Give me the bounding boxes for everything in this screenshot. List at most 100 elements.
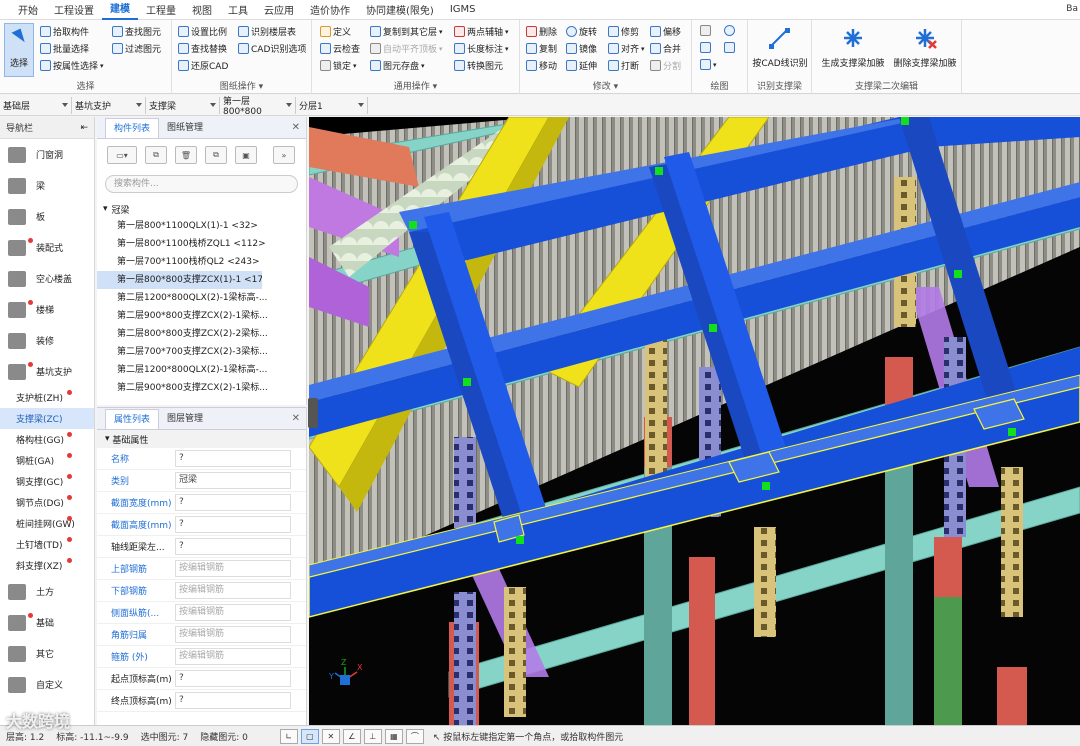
split-button[interactable]: 分割 <box>650 59 681 72</box>
lock-button[interactable]: 锁定 ▾ <box>320 59 357 72</box>
menu-item-1[interactable]: 工程设置 <box>46 2 102 17</box>
tree-row[interactable]: 第一层700*1100栈桥QL2 <243> <box>97 253 306 271</box>
property-group-header[interactable]: ▾ 基础属性 <box>97 430 306 448</box>
mirror-button[interactable]: 镜像 <box>566 42 597 55</box>
panel-collapse-handle[interactable] <box>308 398 318 428</box>
menu-item-5[interactable]: 工具 <box>220 2 256 17</box>
ortho-toggle[interactable]: ∟ <box>279 728 298 744</box>
nav-item-items-5[interactable]: 楼梯 <box>0 294 94 325</box>
menu-item-8[interactable]: 协同建模(限免) <box>358 2 442 17</box>
component-search-input[interactable]: 搜索构件... <box>105 175 298 193</box>
floor-selector[interactable]: 基础层 <box>0 96 72 114</box>
nav-item-items-7[interactable]: 基坑支护 <box>0 356 94 387</box>
property-value-field[interactable]: 按编辑钢筋 <box>175 560 291 577</box>
circle-draw-button[interactable] <box>724 25 735 36</box>
tab-layer-management[interactable]: 图层管理 <box>159 409 211 429</box>
trim-button[interactable]: 修剪 <box>608 25 639 38</box>
layer-selector[interactable]: 分层1 <box>296 96 368 114</box>
batch-select-button[interactable]: 批量选择 <box>40 42 89 55</box>
dimension-toggle[interactable]: ⊥ <box>363 728 382 744</box>
select-button[interactable]: 选择 <box>4 23 34 77</box>
tab-drawing-management[interactable]: 图纸管理 <box>159 118 211 138</box>
align-button[interactable]: 对齐 ▾ <box>608 42 645 55</box>
save-element-button[interactable]: 图元存盘 ▾ <box>370 59 425 72</box>
rotate-button[interactable]: 旋转 <box>566 25 597 38</box>
tab-component-list[interactable]: 构件列表 <box>105 118 160 138</box>
nav-subitem-7[interactable]: 土钉墙(TD) <box>0 534 94 555</box>
arc-draw-button[interactable]: ▾ <box>700 59 717 70</box>
identify-floor-table-button[interactable]: 识别楼层表 <box>238 25 296 38</box>
nav-item-bottom-0[interactable]: 土方 <box>0 576 94 607</box>
property-value-field[interactable]: ? <box>175 516 291 533</box>
nav-item-items-3[interactable]: 装配式 <box>0 232 94 263</box>
new-component-button[interactable]: ▭▾ <box>107 146 137 164</box>
set-scale-button[interactable]: 设置比例 <box>178 25 227 38</box>
tab-property-list[interactable]: 属性列表 <box>105 409 160 429</box>
nav-subitem-8[interactable]: 斜支撑(XZ) <box>0 555 94 576</box>
nav-item-items-1[interactable]: 梁 <box>0 170 94 201</box>
delete-component-button[interactable]: 🗑 <box>175 146 197 164</box>
break-button[interactable]: 打断 <box>608 59 639 72</box>
length-mark-button[interactable]: 长度标注 ▾ <box>454 42 509 55</box>
line-draw-button[interactable] <box>700 42 711 53</box>
property-value-field[interactable]: 按编辑钢筋 <box>175 604 291 621</box>
menu-item-7[interactable]: 造价协作 <box>302 2 358 17</box>
rect-draw-button[interactable] <box>724 42 735 53</box>
menu-item-6[interactable]: 云应用 <box>256 2 302 17</box>
category-selector[interactable]: 基坑支护 <box>72 96 146 114</box>
property-value-field[interactable]: ? <box>175 692 291 709</box>
two-point-axis-button[interactable]: 两点辅轴 ▾ <box>454 25 509 38</box>
property-value-field[interactable]: ? <box>175 538 291 555</box>
menu-item-0[interactable]: 开始 <box>10 2 46 17</box>
auto-align-top-button[interactable]: 自动平齐顶板 ▾ <box>370 42 443 55</box>
nav-subitem-6[interactable]: 桩间挂网(GW) <box>0 513 94 534</box>
tree-row[interactable]: 第二层800*800支撑ZCX(2)-2梁标... <box>97 325 306 343</box>
angle-toggle[interactable]: ∠ <box>342 728 361 744</box>
copy-button[interactable]: 复制 <box>526 42 557 55</box>
menu-item-2[interactable]: 建模 <box>102 0 138 20</box>
copy-to-floor-button[interactable]: 复制到其它层 ▾ <box>370 25 443 38</box>
property-value-field[interactable]: ? <box>175 494 291 511</box>
filter-element-button[interactable]: 过滤图元 <box>112 42 161 55</box>
nav-item-items-2[interactable]: 板 <box>0 201 94 232</box>
generate-haunch-button[interactable]: 生成支撑梁加腋 <box>818 26 888 69</box>
tree-row[interactable]: 第二层1200*800QLX(2)-1梁标高-... <box>97 361 306 379</box>
property-value-field[interactable]: ? <box>175 670 291 687</box>
define-button[interactable]: 定义 <box>320 25 351 38</box>
tree-row[interactable]: 第一层800*1100栈桥ZQL1 <112> <box>97 235 306 253</box>
tree-row[interactable]: 第一层800*1100QLX(1)-1 <32> <box>97 217 306 235</box>
nav-item-bottom-3[interactable]: 自定义 <box>0 669 94 700</box>
type-selector[interactable]: 支撑梁 <box>146 96 220 114</box>
close-icon[interactable]: ✕ <box>292 413 300 424</box>
nav-subitem-3[interactable]: 钢桩(GA) <box>0 450 94 471</box>
3d-viewport[interactable]: X Z Y <box>309 117 1080 725</box>
nav-subitem-4[interactable]: 钢支撑(GC) <box>0 471 94 492</box>
menu-item-4[interactable]: 视图 <box>184 2 220 17</box>
convert-element-button[interactable]: 转换图元 <box>454 59 503 72</box>
delete-haunch-button[interactable]: 删除支撑梁加腋 <box>890 26 960 69</box>
extend-button[interactable]: 延伸 <box>566 59 597 72</box>
property-value-field[interactable]: 按编辑钢筋 <box>175 626 291 643</box>
scene-canvas[interactable]: X Z Y <box>309 117 1080 725</box>
layer-copy-button[interactable]: ⧉ <box>205 146 227 164</box>
tree-row[interactable]: 第一层800*800支撑ZCX(1)-1 <17... <box>97 271 262 289</box>
tree-row[interactable]: 第二层900*800支撑ZCX(2)-1梁标... <box>97 379 306 397</box>
cross-toggle[interactable]: ✕ <box>321 728 340 744</box>
grid-toggle[interactable]: ▦ <box>384 728 403 744</box>
nav-subitem-5[interactable]: 钢节点(DG) <box>0 492 94 513</box>
property-value-field[interactable]: ? <box>175 450 291 467</box>
property-value-field[interactable]: 按编辑钢筋 <box>175 648 291 665</box>
nav-subitem-1[interactable]: 支撑梁(ZC) <box>0 408 94 429</box>
property-value-field[interactable]: 冠梁 <box>175 472 291 489</box>
pin-icon[interactable]: ⇤ <box>80 123 88 133</box>
nav-subitem-2[interactable]: 格构柱(GG) <box>0 429 94 450</box>
nav-item-items-4[interactable]: 空心楼盖 <box>0 263 94 294</box>
restore-cad-button[interactable]: 还原CAD <box>178 59 228 72</box>
move-button[interactable]: 移动 <box>526 59 557 72</box>
nav-item-items-6[interactable]: 装修 <box>0 325 94 356</box>
tree-row[interactable]: 第二层1200*800QLX(2)-1梁标高-... <box>97 289 306 307</box>
menu-item-9[interactable]: IGMS <box>442 4 484 15</box>
pick-component-button[interactable]: 拾取构件 <box>40 25 89 38</box>
cloud-check-button[interactable]: 云检查 <box>320 42 360 55</box>
nav-item-items-0[interactable]: 门窗洞 <box>0 139 94 170</box>
